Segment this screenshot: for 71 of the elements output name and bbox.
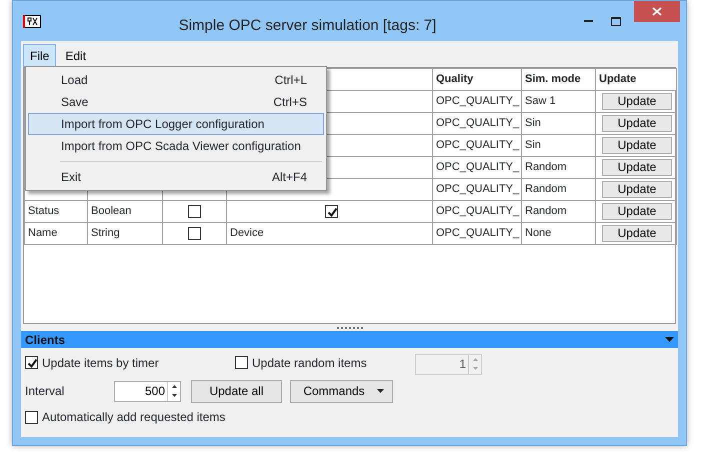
tag-name: Name — [28, 227, 58, 240]
collapse-icon[interactable] — [665, 337, 674, 342]
update-button[interactable]: Update — [602, 114, 672, 132]
quality-value: OPC_QUALITY_ — [436, 117, 520, 130]
sim-mode-value: Sin — [525, 117, 541, 130]
menu-item[interactable]: Edit — [58, 44, 94, 67]
menu-item-label: Exit — [61, 169, 82, 186]
sim-mode-value: None — [525, 227, 552, 240]
up-arrow-icon[interactable] — [172, 384, 176, 388]
sim-mode-value: Saw 1 — [525, 95, 556, 108]
update-button[interactable]: Update — [602, 202, 672, 220]
menu-item[interactable]: Exit Alt+F4 — [28, 166, 324, 188]
menu-item[interactable]: Import from OPC Logger configuration — [28, 113, 324, 135]
menu-item-label: Import from OPC Logger configuration — [61, 116, 264, 133]
checkbox-label: Automatically add requested items — [42, 409, 226, 426]
quality-value: OPC_QUALITY_ — [436, 139, 520, 152]
close-button[interactable] — [634, 1, 680, 22]
checkbox[interactable] — [25, 410, 38, 424]
minimize-icon — [584, 20, 592, 22]
spin-box[interactable]: 500 — [114, 380, 181, 402]
commands-button[interactable]: Commands — [290, 380, 393, 402]
menu-item-label: Save — [61, 94, 88, 111]
close-icon — [652, 7, 662, 16]
menu-item-label: Load — [61, 72, 88, 89]
update-button[interactable]: Update — [602, 180, 672, 198]
quality-value: OPC_QUALITY_ — [436, 183, 520, 196]
quality-value: OPC_QUALITY_ — [436, 205, 520, 218]
sim-mode-value: Random — [525, 161, 567, 174]
quality-value: OPC_QUALITY_ — [436, 227, 520, 240]
tag-type: String — [91, 227, 120, 240]
menu-item[interactable]: Load Ctrl+L — [28, 69, 324, 91]
column-header[interactable]: Quality — [432, 68, 522, 90]
number-field[interactable]: 500 — [115, 382, 167, 400]
app-icon — [23, 15, 41, 28]
menu-item[interactable]: Import from OPC Scada Viewer configuration — [28, 135, 324, 157]
update-button[interactable]: Update — [602, 136, 672, 154]
window-title: Simple OPC server simulation [tags: 7] — [178, 16, 438, 36]
splitter-handle[interactable] — [336, 326, 362, 328]
update-all-button[interactable]: Update all — [191, 380, 282, 402]
shortcut-label: Ctrl+L — [274, 72, 307, 89]
sim-mode-value: Random — [525, 183, 567, 196]
shortcut-label: Ctrl+S — [273, 94, 307, 111]
clients-title: Clients — [25, 332, 66, 348]
tag-type: Boolean — [91, 205, 132, 218]
checkbox[interactable] — [25, 356, 38, 370]
checkbox[interactable] — [235, 356, 248, 370]
menu-item[interactable]: Save Ctrl+S — [28, 91, 324, 113]
update-button[interactable]: Update — [602, 224, 672, 242]
dropdown-caret-icon — [377, 389, 384, 393]
checkbox-label: Update random items — [252, 354, 367, 372]
tag-name: Status — [28, 205, 60, 218]
sim-mode-value: Sin — [525, 139, 541, 152]
menu-item[interactable]: File — [23, 44, 56, 67]
quality-value: OPC_QUALITY_ — [436, 95, 520, 108]
shortcut-label: Alt+F4 — [272, 169, 307, 186]
checkbox[interactable] — [188, 204, 201, 218]
menu-item-label: Import from OPC Scada Viewer configuration — [61, 138, 301, 155]
column-header[interactable]: Update — [596, 68, 676, 90]
maximize-icon — [611, 16, 621, 26]
checkbox-label: Update items by timer — [42, 354, 159, 372]
clients-header[interactable]: Clients — [21, 331, 678, 348]
update-button[interactable]: Update — [602, 92, 672, 110]
checkbox[interactable] — [325, 204, 338, 218]
down-arrow-icon[interactable] — [172, 394, 176, 398]
quality-value: OPC_QUALITY_ — [436, 161, 520, 174]
interval-label: Interval — [25, 383, 66, 400]
checkbox[interactable] — [188, 226, 201, 240]
tag-value: Device — [230, 227, 264, 240]
update-button[interactable]: Update — [602, 158, 672, 176]
column-header[interactable]: Sim. mode — [522, 68, 596, 90]
sim-mode-value: Random — [525, 205, 567, 218]
